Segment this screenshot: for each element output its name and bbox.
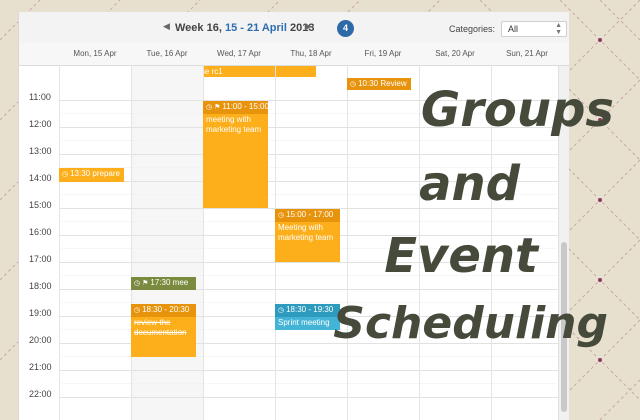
half-hour-line	[59, 140, 569, 141]
event-time: 18:30 - 19:30	[286, 305, 334, 314]
today-column	[131, 66, 203, 420]
hour-label: 12:00	[29, 119, 52, 129]
hour-label: 11:00	[29, 92, 51, 102]
day-header[interactable]: Tue, 16 Apr	[131, 49, 203, 58]
flag-icon: ⚑	[142, 280, 149, 287]
overlay-title-line: Scheduling	[333, 298, 608, 349]
hour-label: 17:00	[29, 254, 52, 264]
week-title: Week 16, 15 - 21 April 2013	[175, 22, 314, 34]
event-prepare-mon[interactable]: ◷ 13:30 prepare	[59, 168, 124, 182]
event-time: 18:30 - 20:30	[142, 305, 190, 314]
overlay-title-line: Event	[384, 228, 538, 284]
categories-label: Categories:	[449, 24, 496, 34]
triangle-right-icon[interactable]: ▶	[305, 21, 312, 32]
day-header[interactable]: Fri, 19 Apr	[347, 49, 419, 58]
categories-select[interactable]: All ▲ ▼	[501, 21, 567, 37]
hour-line	[59, 397, 569, 398]
clock-icon: ◷	[62, 171, 69, 178]
hour-label: 22:00	[29, 389, 52, 399]
event-time: 15:00 - 17:00	[286, 210, 334, 219]
event-meeting-thu[interactable]: ◷ 15:00 - 17:00 Meeting with marketing te…	[275, 209, 340, 262]
event-meeting-tue[interactable]: ◷ ⚑ 17:30 mee	[131, 277, 196, 290]
hour-label: 18:00	[29, 281, 52, 291]
day-header[interactable]: Sun, 21 Apr	[491, 49, 563, 58]
hour-label: 14:00	[29, 173, 52, 183]
day-header[interactable]: Thu, 18 Apr	[275, 49, 347, 58]
hour-label: 20:00	[29, 335, 52, 345]
event-meeting-wed[interactable]: ◷ ⚑ 11:00 - 15:00 meeting with marketing t…	[203, 101, 268, 208]
flag-icon: ⚑	[214, 104, 221, 111]
event-title: prepare	[92, 169, 120, 178]
hour-label: 21:00	[29, 362, 52, 372]
day-header-row: Mon, 15 Apr Tue, 16 Apr Wed, 17 Apr Thu,…	[19, 43, 569, 66]
overlay-title-line: Groups	[420, 82, 614, 138]
event-time: 10:30	[358, 79, 379, 88]
event-title: Review	[380, 79, 407, 88]
hour-label: 13:00	[29, 146, 52, 156]
week-label: Week 16,	[175, 22, 222, 34]
hour-line	[59, 370, 569, 371]
day-header[interactable]: Mon, 15 Apr	[59, 49, 131, 58]
event-title: Meeting with marketing team	[278, 223, 334, 242]
event-count-badge[interactable]: 4	[337, 20, 354, 37]
overlay-title-line: and	[419, 156, 520, 212]
day-header[interactable]: Sat, 20 Apr	[419, 49, 491, 58]
clock-icon: ◷	[350, 81, 357, 88]
hour-label: 19:00	[29, 308, 52, 318]
categories-value: All	[508, 24, 519, 34]
event-time: 13:30	[70, 169, 91, 178]
event-title: mee	[172, 278, 189, 287]
event-title: meeting with marketing team	[206, 115, 262, 134]
event-title: review the documentation	[134, 318, 187, 337]
event-review-fri[interactable]: ◷ 10:30 Review	[347, 78, 411, 90]
triangle-left-icon[interactable]: ◀	[163, 21, 170, 32]
calendar-toolbar: ◀ Week 16, 15 - 21 April 2013 ▶ 4 Catego…	[19, 12, 569, 44]
event-sprint-thu[interactable]: ◷ 18:30 - 19:30 Sprint meeting	[275, 304, 340, 330]
event-time: 17:30	[150, 278, 171, 287]
event-time: 11:00 - 15:00	[222, 102, 268, 111]
day-header[interactable]: Wed, 17 Apr	[203, 49, 275, 58]
week-range: 15 - 21 April	[224, 22, 287, 34]
hour-label: 16:00	[29, 227, 52, 237]
event-review-tue[interactable]: ◷ 18:30 - 20:30 review the documentation	[131, 304, 196, 357]
column-divider	[131, 66, 132, 420]
select-arrows-icon: ▲ ▼	[555, 22, 562, 36]
column-divider	[59, 66, 60, 420]
hour-line	[59, 154, 569, 155]
half-hour-line	[59, 383, 569, 384]
calendar-panel: ◀ Week 16, 15 - 21 April 2013 ▶ 4 Catego…	[18, 12, 569, 420]
clock-icon: ◷	[278, 307, 285, 314]
column-divider	[347, 66, 348, 420]
clock-icon: ◷	[134, 280, 141, 287]
event-title: Sprint meeting	[278, 318, 330, 327]
clock-icon: ◷	[278, 212, 285, 219]
clock-icon: ◷	[134, 307, 141, 314]
clock-icon: ◷	[206, 104, 213, 111]
hour-label: 15:00	[29, 200, 52, 210]
